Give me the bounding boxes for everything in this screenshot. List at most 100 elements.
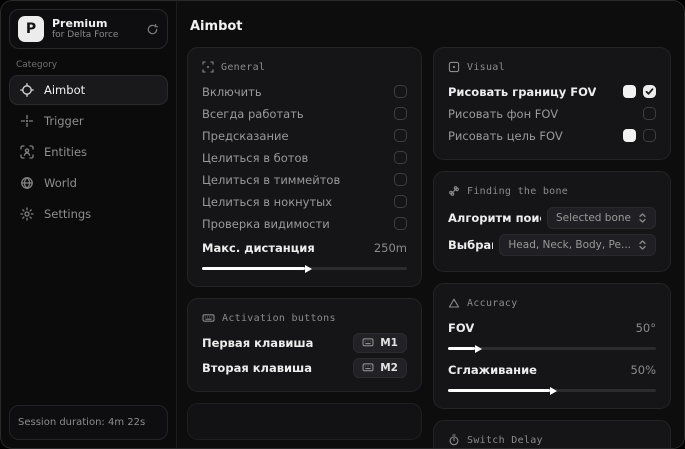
accuracy-panel-header: Accuracy xyxy=(448,297,656,309)
chevron-up-down-icon xyxy=(639,240,646,250)
checkbox[interactable] xyxy=(394,195,407,208)
general-icon xyxy=(202,61,214,73)
sidebar-item-world[interactable]: World xyxy=(9,168,168,198)
sidebar-item-aimbot[interactable]: Aimbot xyxy=(9,75,168,105)
general-panel: General Включить Всегда работать Предска… xyxy=(187,47,422,287)
switch-delay-panel: Switch Delay Задержка переключения Задер… xyxy=(433,420,671,448)
right-column: Visual Рисовать границу FOV Рисовать фон… xyxy=(433,47,671,448)
bone-algorithm-select[interactable]: Selected bone xyxy=(546,207,656,229)
slider-label: FOV xyxy=(448,320,475,335)
toggle-row: Целиться в нокнутых xyxy=(202,191,407,212)
slider-value: 50° xyxy=(635,320,656,335)
bone-label: Выбранные кости xyxy=(448,238,493,252)
keybind-value: M2 xyxy=(380,361,398,374)
toggle-row: Включить xyxy=(202,81,407,102)
keybind-value: M1 xyxy=(380,336,398,349)
sidebar-item-label: Settings xyxy=(44,207,92,221)
sidebar-item-label: Aimbot xyxy=(44,83,86,97)
refresh-icon[interactable] xyxy=(146,23,159,36)
slider-label-row: Сглаживание 50% xyxy=(448,359,656,380)
keybind-label: Вторая клавиша xyxy=(202,360,313,375)
toggle-label: Проверка видимости xyxy=(202,216,330,231)
keyboard-icon xyxy=(202,314,215,322)
visual-controls xyxy=(623,85,656,98)
checkbox[interactable] xyxy=(394,151,407,164)
panel-columns: General Включить Всегда работать Предска… xyxy=(187,47,671,448)
toggle-label: Целиться в нокнутых xyxy=(202,194,333,209)
keybind-row: Первая клавиша M1 xyxy=(202,332,407,353)
visual-panel-header: Visual xyxy=(448,61,656,73)
category-label: Category xyxy=(16,60,58,70)
accuracy-panel: Accuracy FOV 50° Сглаживание 50% xyxy=(433,283,671,409)
keyboard-icon xyxy=(362,363,374,372)
toggle-row: Предсказание xyxy=(202,125,407,146)
toggle-row: Всегда работать xyxy=(202,103,407,124)
keybind-label: Первая клавиша xyxy=(202,335,314,350)
switch-delay-panel-header: Switch Delay xyxy=(448,434,656,446)
bone-panel-header: Finding the bone xyxy=(448,185,656,197)
toggle-row: Проверка видимости xyxy=(202,213,407,234)
toggle-row: Целиться в ботов xyxy=(202,147,407,168)
visual-row: Рисовать границу FOV xyxy=(448,81,656,102)
smoothing-slider[interactable] xyxy=(448,389,656,392)
app-window: P Premium for Delta Force Category Aimbo… xyxy=(0,0,685,449)
slider-fill[interactable] xyxy=(202,267,305,270)
checkbox[interactable] xyxy=(394,85,407,98)
max-distance-slider[interactable] xyxy=(202,267,407,270)
visual-controls xyxy=(643,107,656,120)
finding-the-bone-panel: Finding the bone Алгоритм поиска костей … xyxy=(433,171,671,272)
bone-row: Алгоритм поиска костей Selected bone xyxy=(448,205,656,231)
brand-title: Premium xyxy=(52,16,108,30)
visual-panel: Visual Рисовать границу FOV Рисовать фон… xyxy=(433,47,671,160)
visual-row: Рисовать цель FOV xyxy=(448,125,656,146)
accuracy-triangle-icon xyxy=(448,298,460,308)
toggle-label: Целиться в тиммейтов xyxy=(202,172,341,187)
visual-controls xyxy=(623,129,656,142)
sidebar-item-label: Entities xyxy=(44,145,88,159)
slider-fill[interactable] xyxy=(448,347,476,350)
toggle-label: Всегда работать xyxy=(202,106,304,121)
checkbox[interactable] xyxy=(643,129,656,142)
sidebar-nav: Aimbot Trigger Entities World Settings xyxy=(9,75,168,229)
activation-panel-header: Activation buttons xyxy=(202,312,407,324)
slider-label-row: Макс. дистанция 250m xyxy=(202,237,407,258)
select-value: Head, Neck, Body, Pe... xyxy=(508,239,631,251)
checkbox[interactable] xyxy=(394,129,407,142)
keybind-button-m2[interactable]: M2 xyxy=(353,357,407,378)
brand-card: P Premium for Delta Force xyxy=(9,9,168,49)
general-panel-title: General xyxy=(221,61,266,73)
fov-slider[interactable] xyxy=(448,347,656,350)
activation-buttons-panel: Activation buttons Первая клавиша M1 Вто… xyxy=(187,298,422,392)
trigger-crosshair-icon xyxy=(20,114,34,128)
selected-bones-select[interactable]: Head, Neck, Body, Pe... xyxy=(499,234,656,256)
slider-value: 250m xyxy=(373,240,407,255)
slider-fill[interactable] xyxy=(448,389,550,392)
session-duration: Session duration: 4m 22s xyxy=(9,405,168,440)
checkbox[interactable] xyxy=(394,217,407,230)
max-distance-slider-group: Макс. дистанция 250m xyxy=(202,237,407,270)
sidebar-item-label: World xyxy=(44,176,77,190)
smoothing-slider-group: Сглаживание 50% xyxy=(448,359,656,392)
sidebar-item-label: Trigger xyxy=(44,114,84,128)
sidebar-item-settings[interactable]: Settings xyxy=(9,199,168,229)
settings-gear-icon xyxy=(20,207,34,221)
sidebar-item-trigger[interactable]: Trigger xyxy=(9,106,168,136)
main-content: Aimbot General Включить Всегда работать … xyxy=(177,1,684,448)
brand-subtitle: for Delta Force xyxy=(52,30,119,41)
keybind-button-m1[interactable]: M1 xyxy=(353,332,407,353)
select-value: Selected bone xyxy=(555,212,631,224)
keybind-row: Вторая клавиша M2 xyxy=(202,357,407,378)
checkbox[interactable] xyxy=(394,173,407,186)
sidebar-item-entities[interactable]: Entities xyxy=(9,137,168,167)
slider-label-row: FOV 50° xyxy=(448,317,656,338)
color-swatch[interactable] xyxy=(623,129,636,142)
keyboard-icon xyxy=(362,338,374,347)
visual-row: Рисовать фон FOV xyxy=(448,103,656,124)
bone-row: Выбранные кости Head, Neck, Body, Pe... xyxy=(448,232,656,258)
checkbox[interactable] xyxy=(643,85,656,98)
color-swatch[interactable] xyxy=(623,85,636,98)
visual-fov-icon xyxy=(448,61,460,73)
checkbox[interactable] xyxy=(643,107,656,120)
checkbox[interactable] xyxy=(394,107,407,120)
general-panel-header: General xyxy=(202,61,407,73)
